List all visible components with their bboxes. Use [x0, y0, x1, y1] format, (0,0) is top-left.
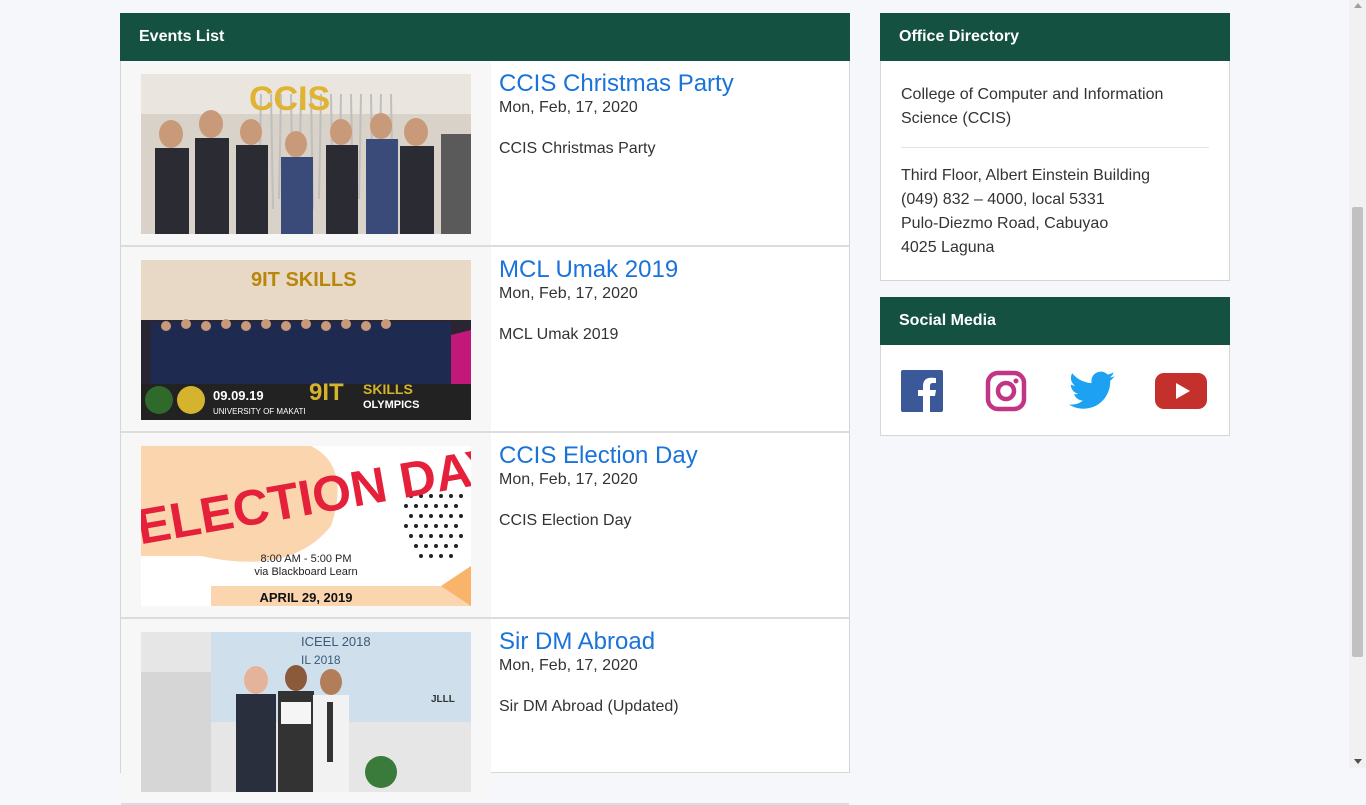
office-directory-title: Office Directory — [880, 13, 1230, 61]
office-directory-panel: Office Directory College of Computer and… — [880, 13, 1230, 281]
social-media-title: Social Media — [880, 297, 1230, 345]
event-title-link[interactable]: CCIS Election Day — [499, 442, 698, 470]
event-image-mcl-umak[interactable]: 9IT SKILLS 09.09.19 UNIVERSITY OF MAKATI — [141, 260, 471, 420]
svg-text:9IT: 9IT — [309, 379, 344, 406]
svg-text:via Blackboard Learn: via Blackboard Learn — [254, 566, 357, 578]
svg-text:OLYMPICS: OLYMPICS — [363, 399, 419, 411]
event-description: Sir DM Abroad (Updated) — [499, 698, 679, 715]
event-date: Mon, Feb, 17, 2020 — [499, 657, 638, 674]
events-panel-title: Events List — [120, 13, 850, 61]
scroll-up-arrow-icon[interactable] — [1354, 3, 1362, 8]
svg-text:APRIL 29, 2019: APRIL 29, 2019 — [260, 590, 353, 605]
event-item: ELECTION DAY 8:00 AM - 5:00 PM via Black… — [121, 433, 849, 619]
svg-text:SKILLS: SKILLS — [363, 381, 413, 397]
svg-text:IL 2018: IL 2018 — [301, 653, 341, 667]
events-panel: Events List CCIS CCIS Christmas Party Mo… — [120, 13, 850, 805]
facebook-icon[interactable] — [901, 370, 943, 412]
scroll-down-arrow-icon[interactable] — [1354, 759, 1362, 764]
event-description: CCIS Election Day — [499, 512, 632, 529]
svg-text:JLLL: JLLL — [431, 694, 455, 705]
event-title-link[interactable]: MCL Umak 2019 — [499, 256, 678, 284]
svg-text:09.09.19: 09.09.19 — [213, 388, 264, 403]
event-item: ICEEL 2018 IL 2018 JLLL Sir DM Abroad Mo… — [121, 619, 849, 805]
event-item: CCIS CCIS Christmas Party Mon, Feb, 17, … — [121, 61, 849, 247]
svg-text:ICEEL 2018: ICEEL 2018 — [301, 634, 371, 649]
svg-text:8:00 AM - 5:00 PM: 8:00 AM - 5:00 PM — [260, 553, 351, 565]
office-address: Third Floor, Albert Einstein Building (0… — [901, 164, 1150, 260]
twitter-icon[interactable] — [1069, 370, 1117, 412]
address-phone: (049) 832 – 4000, local 5331 — [901, 191, 1105, 208]
address-line: Third Floor, Albert Einstein Building — [901, 167, 1151, 184]
event-image-christmas-party[interactable]: CCIS — [141, 74, 471, 234]
event-date: Mon, Feb, 17, 2020 — [499, 285, 638, 302]
event-image-election-day[interactable]: ELECTION DAY 8:00 AM - 5:00 PM via Black… — [141, 446, 471, 606]
event-date: Mon, Feb, 17, 2020 — [499, 471, 638, 488]
svg-text:9IT SKILLS: 9IT SKILLS — [251, 269, 357, 291]
address-line: 4025 Laguna — [901, 239, 995, 256]
page-scrollbar[interactable] — [1349, 0, 1366, 768]
event-item: 9IT SKILLS 09.09.19 UNIVERSITY OF MAKATI — [121, 247, 849, 433]
youtube-icon[interactable] — [1155, 370, 1207, 412]
address-line: Pulo-Diezmo Road, Cabuyao — [901, 215, 1109, 232]
event-description: CCIS Christmas Party — [499, 140, 656, 157]
office-name: College of Computer and Information Scie… — [901, 86, 1164, 127]
event-description: MCL Umak 2019 — [499, 326, 619, 343]
event-image-sir-dm-abroad[interactable]: ICEEL 2018 IL 2018 JLLL — [141, 632, 471, 792]
divider — [901, 147, 1209, 148]
social-media-panel: Social Media — [880, 297, 1230, 436]
instagram-icon[interactable] — [985, 370, 1027, 412]
scrollbar-thumb[interactable] — [1352, 207, 1363, 657]
svg-text:CCIS: CCIS — [249, 80, 330, 118]
svg-text:UNIVERSITY OF MAKATI: UNIVERSITY OF MAKATI — [213, 407, 306, 416]
event-title-link[interactable]: CCIS Christmas Party — [499, 70, 734, 98]
event-title-link[interactable]: Sir DM Abroad — [499, 628, 655, 656]
event-date: Mon, Feb, 17, 2020 — [499, 99, 638, 116]
